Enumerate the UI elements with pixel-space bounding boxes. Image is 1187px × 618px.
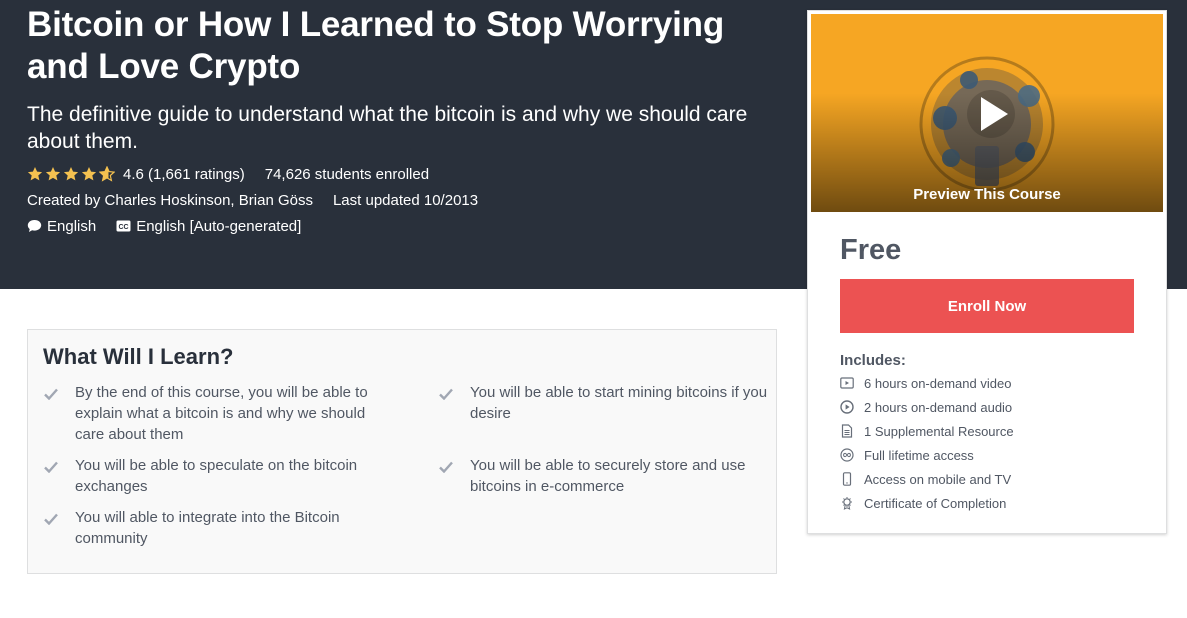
learn-item-text: You will able to integrate into the Bitc… xyxy=(75,509,340,547)
checkmark-icon xyxy=(44,455,58,497)
includes-text: Certificate of Completion xyxy=(864,495,1007,511)
learn-title: What Will I Learn? xyxy=(43,344,234,369)
speech-bubble-icon xyxy=(27,219,42,233)
last-updated: Last updated 10/2013 xyxy=(332,191,479,209)
includes-item: 6 hours on-demand video xyxy=(840,373,1011,393)
includes-item: 2 hours on-demand audio xyxy=(840,397,1012,417)
course-header-content: Bitcoin or How I Learned to Stop Worryin… xyxy=(27,4,787,237)
includes-text: 2 hours on-demand audio xyxy=(864,399,1013,415)
author-row: Created by Charles Hoskinson, Brian Göss… xyxy=(27,189,787,211)
audio-play-icon xyxy=(840,400,854,414)
includes-title: Includes: xyxy=(840,352,906,369)
rating-text: 4.6 (1,661 ratings) xyxy=(123,165,245,183)
mobile-icon xyxy=(842,472,852,486)
learn-item-text: You will be able to start mining bitcoin… xyxy=(470,384,768,422)
rating-stars xyxy=(27,166,117,182)
document-icon xyxy=(841,424,853,438)
includes-text: 1 Supplemental Resource xyxy=(864,423,1014,439)
star-icon xyxy=(45,167,61,181)
checkmark-icon xyxy=(439,382,453,424)
what-you-will-learn: What Will I Learn? By the end of this co… xyxy=(27,329,777,574)
course-price: Free xyxy=(840,234,902,266)
learn-item-text: You will be able to speculate on the bit… xyxy=(75,457,358,495)
course-language: English xyxy=(47,217,97,235)
includes-text: Full lifetime access xyxy=(864,447,974,463)
includes-item: Certificate of Completion xyxy=(840,493,1006,513)
includes-text: Access on mobile and TV xyxy=(864,471,1012,487)
star-icon xyxy=(81,167,97,181)
learn-item-text: You will be able to securely store and u… xyxy=(470,457,746,495)
learn-item-text: By the end of this course, you will be a… xyxy=(75,384,368,443)
star-icon xyxy=(27,167,43,181)
students-enrolled: 74,626 students enrolled xyxy=(264,165,430,183)
includes-item: Access on mobile and TV xyxy=(840,469,1011,489)
checkmark-icon xyxy=(44,382,58,445)
certificate-icon xyxy=(842,497,852,510)
course-title: Bitcoin or How I Learned to Stop Worryin… xyxy=(27,5,724,86)
includes-text: 6 hours on-demand video xyxy=(864,375,1012,391)
list-item: You will be able to securely store and u… xyxy=(439,455,769,497)
rating-row: 4.6 (1,661 ratings) 74,626 students enro… xyxy=(27,163,787,185)
play-icon[interactable] xyxy=(966,89,1016,139)
list-item: You will be able to speculate on the bit… xyxy=(44,455,374,497)
list-item: By the end of this course, you will be a… xyxy=(44,382,374,445)
course-preview-video[interactable]: Preview This Course xyxy=(811,14,1163,212)
preview-course-label[interactable]: Preview This Course xyxy=(811,186,1163,203)
checkmark-icon xyxy=(44,507,58,549)
list-item: You will be able to start mining bitcoin… xyxy=(439,382,769,424)
video-icon xyxy=(840,377,854,389)
list-item: You will able to integrate into the Bitc… xyxy=(44,507,374,549)
created-by[interactable]: Created by Charles Hoskinson, Brian Göss xyxy=(27,192,313,209)
enroll-now-button[interactable]: Enroll Now xyxy=(840,279,1134,333)
star-icon xyxy=(63,167,79,181)
closed-captions-icon: CC xyxy=(116,220,131,232)
checkmark-icon xyxy=(439,455,453,497)
infinity-icon xyxy=(840,448,854,462)
includes-item: 1 Supplemental Resource xyxy=(840,421,1014,441)
language-row: English CC English [Auto-generated] xyxy=(27,215,787,237)
course-subtitle: The definitive guide to understand what … xyxy=(27,103,748,153)
svg-text:CC: CC xyxy=(119,224,129,231)
includes-item: Full lifetime access xyxy=(840,445,974,465)
course-captions: English [Auto-generated] xyxy=(136,217,302,235)
star-half-icon xyxy=(99,166,115,182)
purchase-sidebar: Preview This Course Free Enroll Now Incl… xyxy=(807,10,1167,534)
